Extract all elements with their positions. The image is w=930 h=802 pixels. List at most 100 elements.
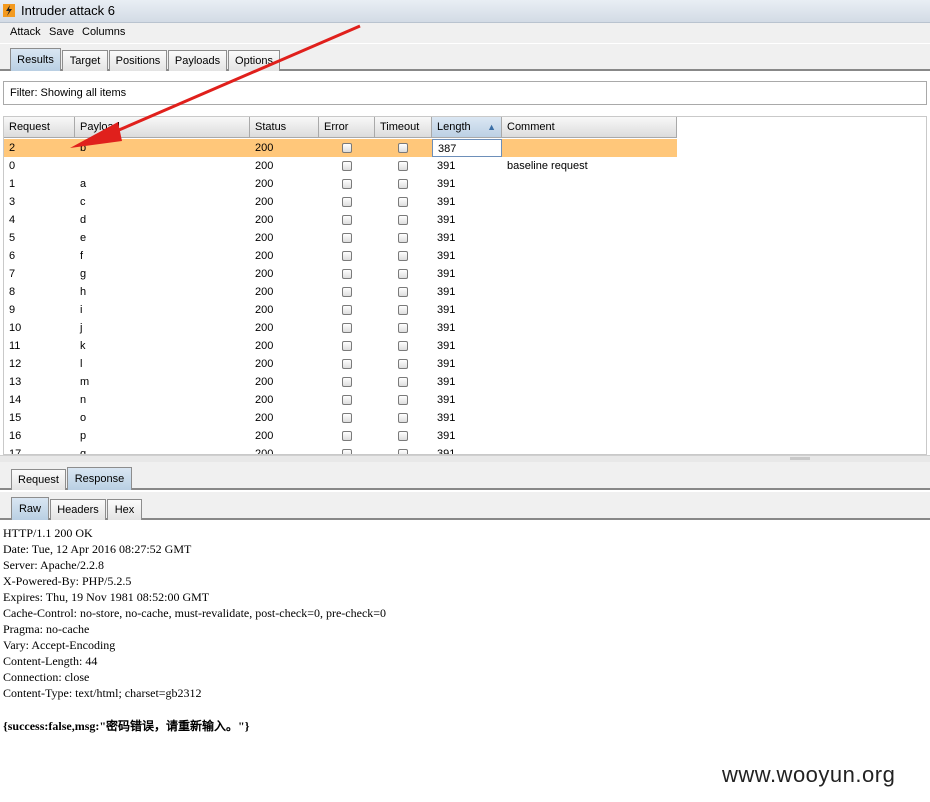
timeout-checkbox [398,161,408,171]
cell-payload: o [80,412,87,424]
cell-request: 9 [9,304,16,316]
table-row[interactable]: 0 200 391 baseline request [4,157,677,175]
col-header-timeout[interactable]: Timeout [375,117,432,138]
cell-status: 200 [255,250,274,262]
error-checkbox [342,215,352,225]
tab-headers[interactable]: Headers [50,499,106,520]
cell-payload: b [80,142,87,154]
timeout-checkbox [398,431,408,441]
cell-length: 387 [432,139,502,157]
cell-comment [502,175,677,193]
detail-tab-bar: Request Response [0,462,930,490]
cell-length: 391 [437,412,456,424]
table-row[interactable]: 17 q 200 391 [4,445,677,455]
timeout-checkbox [398,197,408,207]
timeout-checkbox [398,233,408,243]
table-row[interactable]: 13 m 200 391 [4,373,677,391]
tab-raw[interactable]: Raw [11,497,49,520]
cell-request: 6 [9,250,16,262]
tab-hex[interactable]: Hex [107,499,142,520]
error-checkbox [342,305,352,315]
col-header-length[interactable]: Length ▲ [432,117,502,138]
tab-options[interactable]: Options [228,50,280,71]
table-row[interactable]: 3 c 200 391 [4,193,677,211]
cell-status: 200 [255,322,274,334]
table-row[interactable]: 14 n 200 391 [4,391,677,409]
filter-label: Filter: Showing all items [10,87,127,99]
error-checkbox [342,251,352,261]
table-row[interactable]: 10 j 200 391 [4,319,677,337]
response-header-line: Connection: close [3,670,90,684]
cell-status: 200 [255,160,274,172]
timeout-checkbox [398,413,408,423]
cell-request: 14 [9,394,22,406]
cell-comment [502,373,677,391]
table-row[interactable]: 16 p 200 391 [4,427,677,445]
cell-status: 200 [255,448,274,455]
table-row[interactable]: 9 i 200 391 [4,301,677,319]
table-row[interactable]: 2 b 200 387 [4,139,677,157]
tab-response[interactable]: Response [67,467,132,490]
cell-status: 200 [255,394,274,406]
table-row[interactable]: 6 f 200 391 [4,247,677,265]
tab-results[interactable]: Results [10,48,61,71]
col-header-status[interactable]: Status [250,117,319,138]
col-header-comment[interactable]: Comment [502,117,677,138]
cell-length: 391 [437,394,456,406]
col-header-payload[interactable]: Payload [75,117,250,138]
error-checkbox [342,197,352,207]
cell-status: 200 [255,178,274,190]
table-row[interactable]: 4 d 200 391 [4,211,677,229]
results-table: Request Payload Status Error Timeout Len… [3,116,927,455]
cell-request: 2 [9,142,16,154]
cell-payload: c [80,196,86,208]
timeout-checkbox [398,305,408,315]
cell-payload: g [80,268,87,280]
error-checkbox [342,323,352,333]
menu-columns[interactable]: Columns [82,26,125,38]
cell-comment [502,265,677,283]
cell-length: 391 [437,214,456,226]
filter-bar[interactable]: Filter: Showing all items [3,81,927,105]
menu-attack[interactable]: Attack [10,26,41,38]
col-header-request[interactable]: Request [4,117,75,138]
timeout-checkbox [398,251,408,261]
top-tab-bar: Results Target Positions Payloads Option… [0,44,930,71]
sort-ascending-icon: ▲ [487,122,496,132]
error-checkbox [342,179,352,189]
response-header-line: Vary: Accept-Encoding [3,638,116,652]
error-checkbox [342,269,352,279]
cell-length: 391 [437,340,456,352]
menu-save[interactable]: Save [49,26,74,38]
timeout-checkbox [398,287,408,297]
cell-comment [502,229,677,247]
table-row[interactable]: 5 e 200 391 [4,229,677,247]
cell-request: 10 [9,322,22,334]
tab-positions[interactable]: Positions [109,50,167,71]
table-row[interactable]: 12 l 200 391 [4,355,677,373]
table-row[interactable]: 15 o 200 391 [4,409,677,427]
cell-comment [502,319,677,337]
burp-lightning-icon [3,4,15,17]
tab-target[interactable]: Target [62,50,108,71]
table-row[interactable]: 8 h 200 391 [4,283,677,301]
table-row[interactable]: 11 k 200 391 [4,337,677,355]
scrollbar-thumb[interactable] [790,457,810,460]
table-row[interactable]: 1 a 200 391 [4,175,677,193]
horizontal-scrollbar[interactable] [0,455,930,462]
window-title: Intruder attack 6 [21,3,115,18]
table-row[interactable]: 7 g 200 391 [4,265,677,283]
cell-comment [502,301,677,319]
cell-request: 11 [9,340,21,352]
cell-payload: e [80,232,87,244]
cell-comment [502,445,677,454]
tab-payloads[interactable]: Payloads [168,50,227,71]
cell-comment [502,355,677,373]
cell-request: 3 [9,196,16,208]
col-header-error[interactable]: Error [319,117,375,138]
tab-request[interactable]: Request [11,469,66,490]
response-viewer[interactable]: HTTP/1.1 200 OK Date: Tue, 12 Apr 2016 08… [0,521,930,802]
cell-payload: i [80,304,83,316]
cell-request: 15 [9,412,22,424]
cell-length: 391 [437,448,456,455]
